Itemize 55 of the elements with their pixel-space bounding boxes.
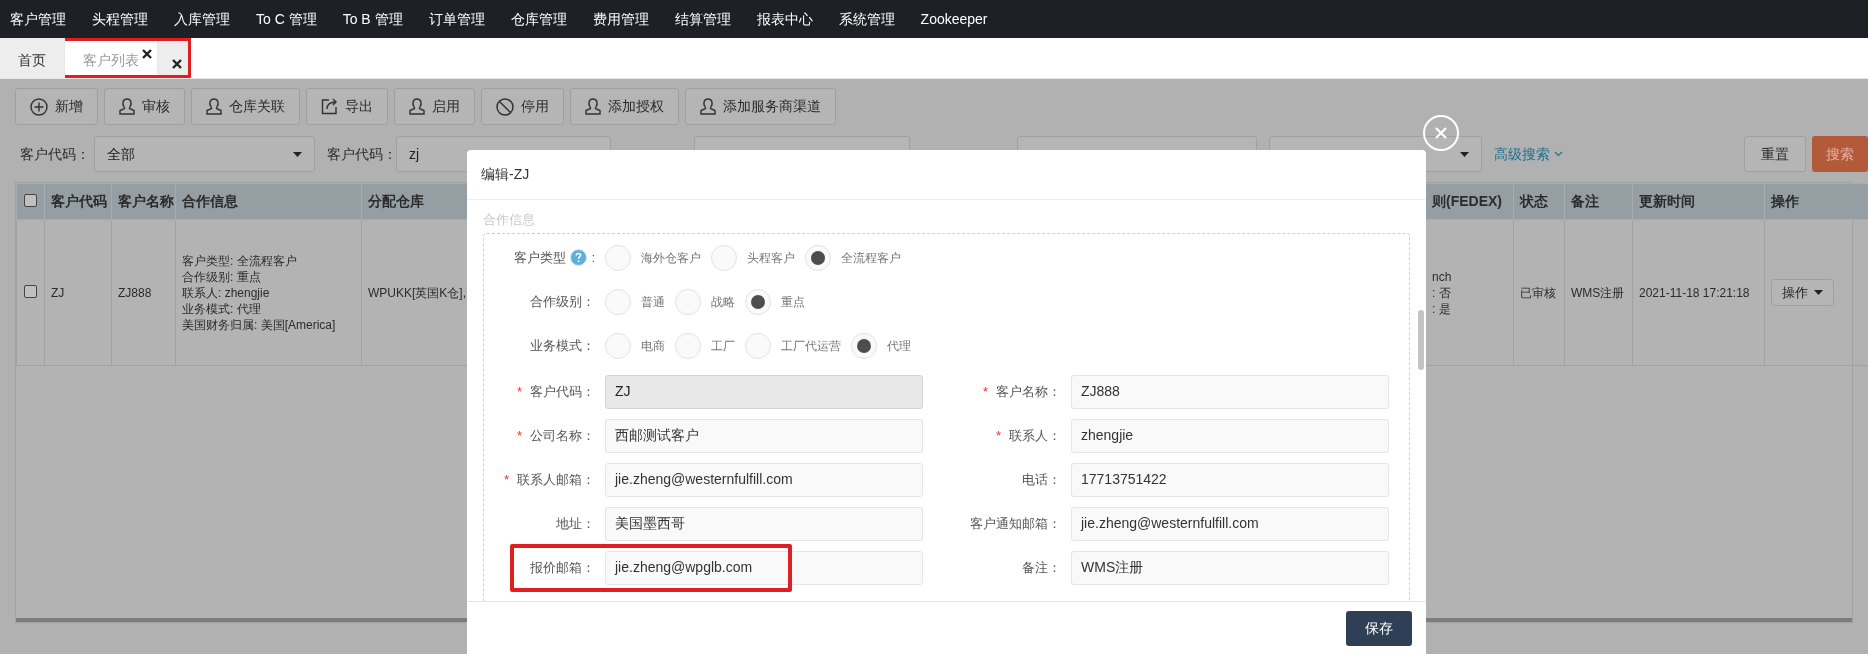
required-mark: * <box>503 470 509 489</box>
option-label: 工厂 <box>711 337 735 355</box>
field-label: 报价邮箱： <box>530 558 595 577</box>
table-cell: 已审核 <box>1520 285 1556 300</box>
field-label: 业务模式： <box>530 336 595 355</box>
table-cell: ZJ888 <box>118 285 152 300</box>
field-label: 联系人邮箱： <box>517 470 595 489</box>
required-mark: * <box>516 382 522 401</box>
modal-title: 编辑-ZJ <box>481 165 530 184</box>
option-label: 战略 <box>711 293 735 311</box>
table-cell: ZJ <box>51 285 65 300</box>
table-cell-text: 客户类型: 全流程客户 <box>182 252 298 269</box>
column-header: 操作 <box>1771 193 1799 209</box>
column-header: 备注 <box>1571 193 1599 209</box>
table-cell-text: : 是 <box>1432 300 1452 317</box>
field-label: 公司名称： <box>530 426 595 445</box>
table-cell: WMS注册 <box>1571 285 1625 300</box>
option-label: 工厂代运营 <box>781 337 841 355</box>
filter-label: 客户代码： <box>326 144 396 164</box>
option-label: 电商 <box>641 337 665 355</box>
table-cell: 2021-11-18 17:21:18 <box>1639 285 1750 300</box>
column-header: 分配仓库 <box>368 193 424 209</box>
column-header: 客户名称 <box>118 193 174 209</box>
option-label: 头程客户 <box>747 249 795 267</box>
column-header: 合作信息 <box>182 193 238 209</box>
required-mark: * <box>516 426 522 445</box>
table-cell: WPUKK[英国K仓], <box>368 285 466 300</box>
table-cell-text: 业务模式: 代理 <box>182 300 262 317</box>
field-label: 客户类型 <box>514 248 567 267</box>
required-mark: * <box>982 382 988 401</box>
field-label: 客户通知邮箱： <box>970 514 1061 533</box>
option-label: 普通 <box>641 293 665 311</box>
field-label: 客户名称： <box>996 382 1061 401</box>
field-label: 地址： <box>556 514 595 533</box>
table-cell-text: 合作级别: 重点 <box>182 268 262 285</box>
filter-label: 客户代码： <box>20 144 91 164</box>
column-header: 更新时间 <box>1639 193 1695 209</box>
option-label: 全流程客户 <box>841 249 901 267</box>
table-cell-text: : 否 <box>1432 284 1452 301</box>
required-mark: * <box>995 426 1001 445</box>
option-label: 重点 <box>781 293 805 311</box>
option-label: 代理 <box>887 337 911 355</box>
column-header: 则(FEDEX) <box>1432 193 1502 209</box>
column-header: 客户代码 <box>51 193 107 209</box>
field-label: 合作级别： <box>530 292 595 311</box>
table-cell-text: 联系人: zhengjie <box>182 284 271 301</box>
option-label: 海外仓客户 <box>641 249 701 267</box>
column-header: 状态 <box>1520 193 1548 209</box>
field-label: 电话： <box>1022 470 1061 489</box>
colon-text: : <box>591 248 595 267</box>
table-cell-text: nch <box>1432 268 1453 285</box>
field-label: 联系人： <box>1009 426 1061 445</box>
table-cell-text: 美国财务归属: 美国[America] <box>182 316 337 333</box>
field-label: 备注： <box>1022 558 1061 577</box>
field-label: 客户代码： <box>530 382 595 401</box>
